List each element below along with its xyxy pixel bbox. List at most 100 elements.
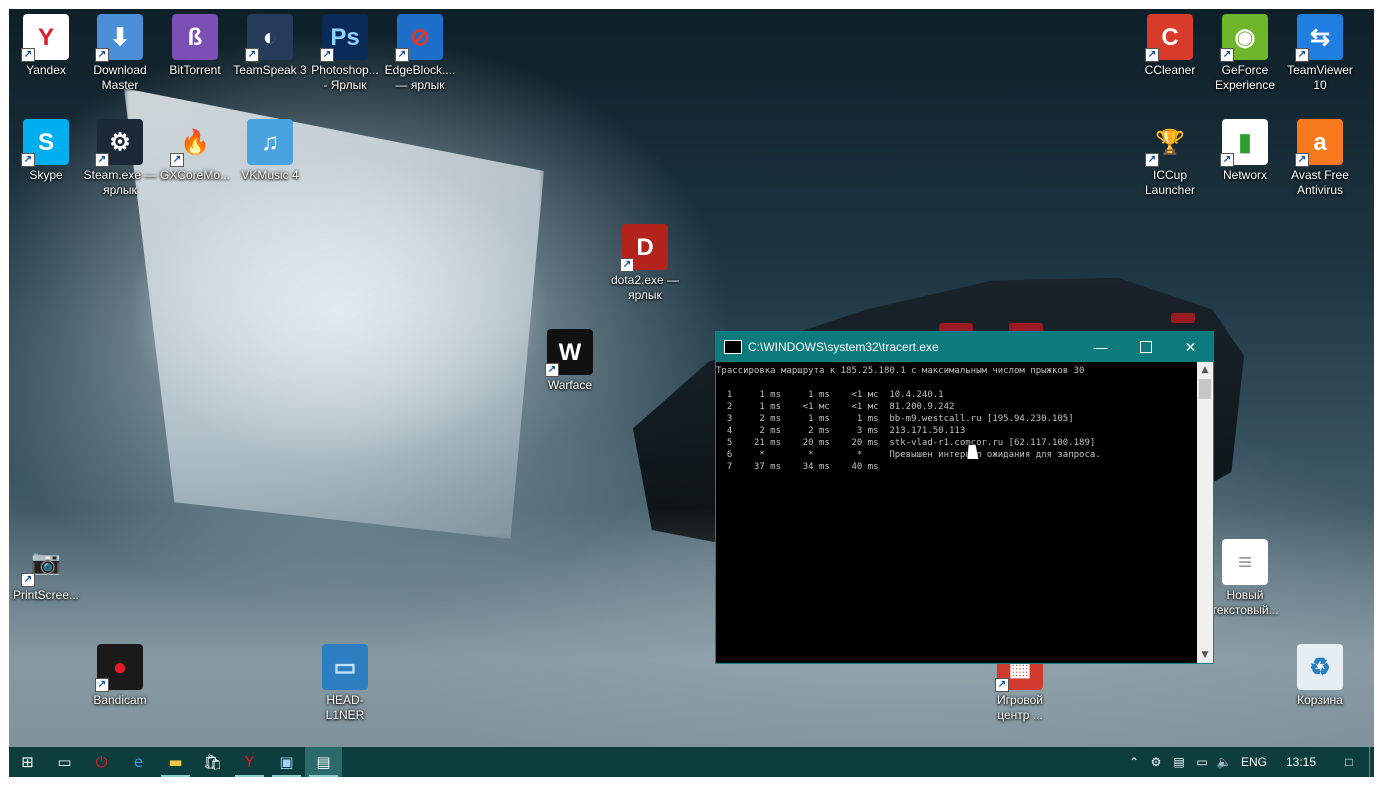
chevron-up-icon[interactable]: ⌃ (1123, 747, 1145, 777)
desktop-icon[interactable]: C ↗ CCleaner (1133, 14, 1207, 78)
text-document-icon: ≡ (1222, 539, 1268, 585)
minimize-button[interactable]: — (1078, 332, 1123, 362)
console-line: 3 2 ms 1 ms 1 ms bb-m9.westcall.ru [195.… (716, 414, 1074, 424)
shortcut-arrow-icon: ↗ (170, 153, 184, 167)
windows-start-icon: ⊞ (21, 753, 34, 771)
desktop-icon[interactable]: 🔥 ↗ GXCoreMo... (158, 119, 232, 183)
gxcore-icon: 🔥 ↗ (170, 119, 218, 167)
taskbar-button[interactable]: ▬ (157, 747, 194, 777)
taskbar-button[interactable]: 🛍 (194, 747, 231, 777)
console-title: C:\WINDOWS\system32\tracert.exe (748, 340, 939, 354)
close-button[interactable]: ✕ (1168, 332, 1213, 362)
clock[interactable]: 13:15 (1273, 747, 1329, 777)
console-line: 1 1 ms 1 ms <1 мс 10.4.240.1 (716, 390, 944, 400)
console-line: 4 2 ms 2 ms 3 ms 213.171.50.113 (716, 426, 966, 436)
desktop-icon[interactable]: ♻ Корзина (1283, 644, 1357, 708)
geforce-experience-icon: ◉ ↗ (1220, 14, 1268, 62)
shortcut-arrow-icon: ↗ (95, 48, 109, 62)
desktop[interactable]: Y ↗ Yandex ⬇ ↗ Download Master ß BitTorrent ◐ ↗ Te… (9, 9, 1374, 777)
desktop-icon-label: Игровой центр ... (997, 693, 1043, 722)
desktop-icon[interactable]: ⇆ ↗ TeamViewer 10 (1283, 14, 1357, 93)
action-center-icon[interactable]: □ (1329, 747, 1369, 777)
taskbar-button[interactable]: ▤ (305, 747, 342, 777)
shortcut-arrow-icon: ↗ (95, 678, 109, 692)
desktop-icon[interactable]: W ↗ Warface (533, 329, 607, 393)
scroll-up-icon[interactable]: ▲ (1197, 362, 1213, 378)
desktop-icon[interactable]: a ↗ Avast Free Antivirus (1283, 119, 1357, 198)
teamspeak-icon: ◐ ↗ (245, 14, 293, 62)
desktop-icon[interactable]: ⊘ ↗ EdgeBlock.... — ярлык (383, 14, 457, 93)
taskbar-button[interactable]: ▭ (46, 747, 83, 777)
bittorrent-icon: ß (172, 14, 218, 60)
desktop-icon-label: Skype (29, 168, 63, 182)
network-icon[interactable]: ▤ (1167, 747, 1191, 777)
taskbar-button[interactable]: ▣ (268, 747, 305, 777)
desktop-icon[interactable]: ß BitTorrent (158, 14, 232, 78)
system-tray: ⌃ ⚙ ▤ ▭ 🔈 ENG 13:15 □ (1123, 747, 1374, 777)
shortcut-arrow-icon: ↗ (1145, 48, 1159, 62)
console-line: 5 21 ms 20 ms 20 ms stk-vlad-r1.comcor.r… (716, 438, 1096, 448)
shortcut-arrow-icon: ↗ (545, 363, 559, 377)
show-desktop-button[interactable] (1369, 747, 1374, 777)
volume-icon[interactable]: 🔈 (1213, 747, 1235, 777)
taskbar-button[interactable]: Y (231, 747, 268, 777)
ccleaner-icon: C ↗ (1145, 14, 1193, 62)
vkmusic-icon: ♫ (247, 119, 293, 165)
skype-icon: S ↗ (21, 119, 69, 167)
taskbar-button[interactable]: ⊞ (9, 747, 46, 777)
desktop-icon-label: Photoshop... - Ярлык (311, 63, 379, 92)
shortcut-arrow-icon: ↗ (1220, 48, 1234, 62)
edgeblock-icon: ⊘ ↗ (395, 14, 443, 62)
camera-icon: 📷 ↗ (21, 539, 69, 587)
desktop-icon[interactable]: ● ↗ Bandicam (83, 644, 157, 708)
shortcut-arrow-icon: ↗ (995, 678, 1009, 692)
taskbar[interactable]: ⊞ ▭ ⏻ e ▬ 🛍 Y ▣ ▤ ⌃ ⚙ ▤ ▭ 🔈 ENG 13:15 □ (9, 747, 1374, 777)
desktop-icon-label: Warface (547, 378, 593, 392)
maximize-button[interactable] (1123, 332, 1168, 362)
desktop-icon[interactable]: Ps ↗ Photoshop... - Ярлык (308, 14, 382, 93)
console-output[interactable]: Трассировка маршрута к 185.25.180.1 с ма… (716, 362, 1197, 663)
desktop-icon[interactable]: ≡ Новый текстовый... (1208, 539, 1282, 618)
desktop-icon[interactable]: ⚙ ↗ Steam.exe — ярлык (83, 119, 157, 198)
scroll-down-icon[interactable]: ▼ (1197, 647, 1213, 663)
steam-tray-icon[interactable]: ⚙ (1145, 747, 1167, 777)
edge-icon: e (133, 753, 144, 771)
desktop-icon[interactable]: ▮ ↗ Networx (1208, 119, 1282, 183)
yandex-taskbar-icon: Y (244, 753, 255, 771)
console-scrollbar[interactable]: ▲ ▼ (1197, 362, 1213, 663)
desktop-icon[interactable]: Y ↗ Yandex (9, 14, 83, 78)
console-line: 2 1 ms <1 мс <1 мс 81.200.9.242 (716, 402, 955, 412)
desktop-icon-label: PrintScree... (12, 588, 80, 602)
desktop-icon-label: Новый текстовый... (1211, 588, 1279, 617)
desktop-icon-label: BitTorrent (169, 63, 221, 77)
maximize-icon (1139, 341, 1152, 353)
taskbar-button[interactable]: e (120, 747, 157, 777)
desktop-icon[interactable]: ▭ HEAD-L1NER (308, 644, 382, 723)
desktop-icon[interactable]: 📷 ↗ PrintScree... (9, 539, 83, 603)
desktop-icon[interactable]: ◐ ↗ TeamSpeak 3 (233, 14, 307, 78)
desktop-icon[interactable]: ◉ ↗ GeForce Experience (1208, 14, 1282, 93)
desktop-icon[interactable]: ♫ VKMusic 4 (233, 119, 307, 183)
desktop-icon[interactable]: ⬇ ↗ Download Master (83, 14, 157, 93)
taskbar-button[interactable]: ⏻ (83, 747, 120, 777)
desktop-icon-label: Yandex (26, 63, 66, 77)
console-line: Трассировка маршрута к 185.25.180.1 с ма… (716, 366, 1085, 376)
photoshop-icon: Ps ↗ (320, 14, 368, 62)
shortcut-arrow-icon: ↗ (21, 573, 35, 587)
desktop-icon-label: Networx (1222, 168, 1267, 182)
desktop-icon-label: Steam.exe — ярлык (83, 168, 157, 197)
avast-icon: a ↗ (1295, 119, 1343, 167)
battery-icon[interactable]: ▭ (1191, 747, 1213, 777)
desktop-icon-label: ICCup Launcher (1144, 168, 1196, 197)
scrollbar-thumb[interactable] (1199, 379, 1211, 399)
desktop-icon[interactable]: S ↗ Skype (9, 119, 83, 183)
desktop-icon[interactable]: 🏆 ↗ ICCup Launcher (1133, 119, 1207, 198)
shortcut-arrow-icon: ↗ (1220, 153, 1234, 167)
language-indicator[interactable]: ENG (1235, 747, 1273, 777)
tracert-console-window[interactable]: C:\WINDOWS\system32\tracert.exe — ✕ Трас… (715, 331, 1214, 664)
desktop-icon-label: Avast Free Antivirus (1291, 168, 1349, 197)
desktop-icon-label: Download Master (93, 63, 147, 92)
store-icon: 🛍 (202, 753, 223, 771)
desktop-icon[interactable]: D ↗ dota2.exe — ярлык (608, 224, 682, 303)
console-titlebar[interactable]: C:\WINDOWS\system32\tracert.exe — ✕ (716, 332, 1213, 362)
